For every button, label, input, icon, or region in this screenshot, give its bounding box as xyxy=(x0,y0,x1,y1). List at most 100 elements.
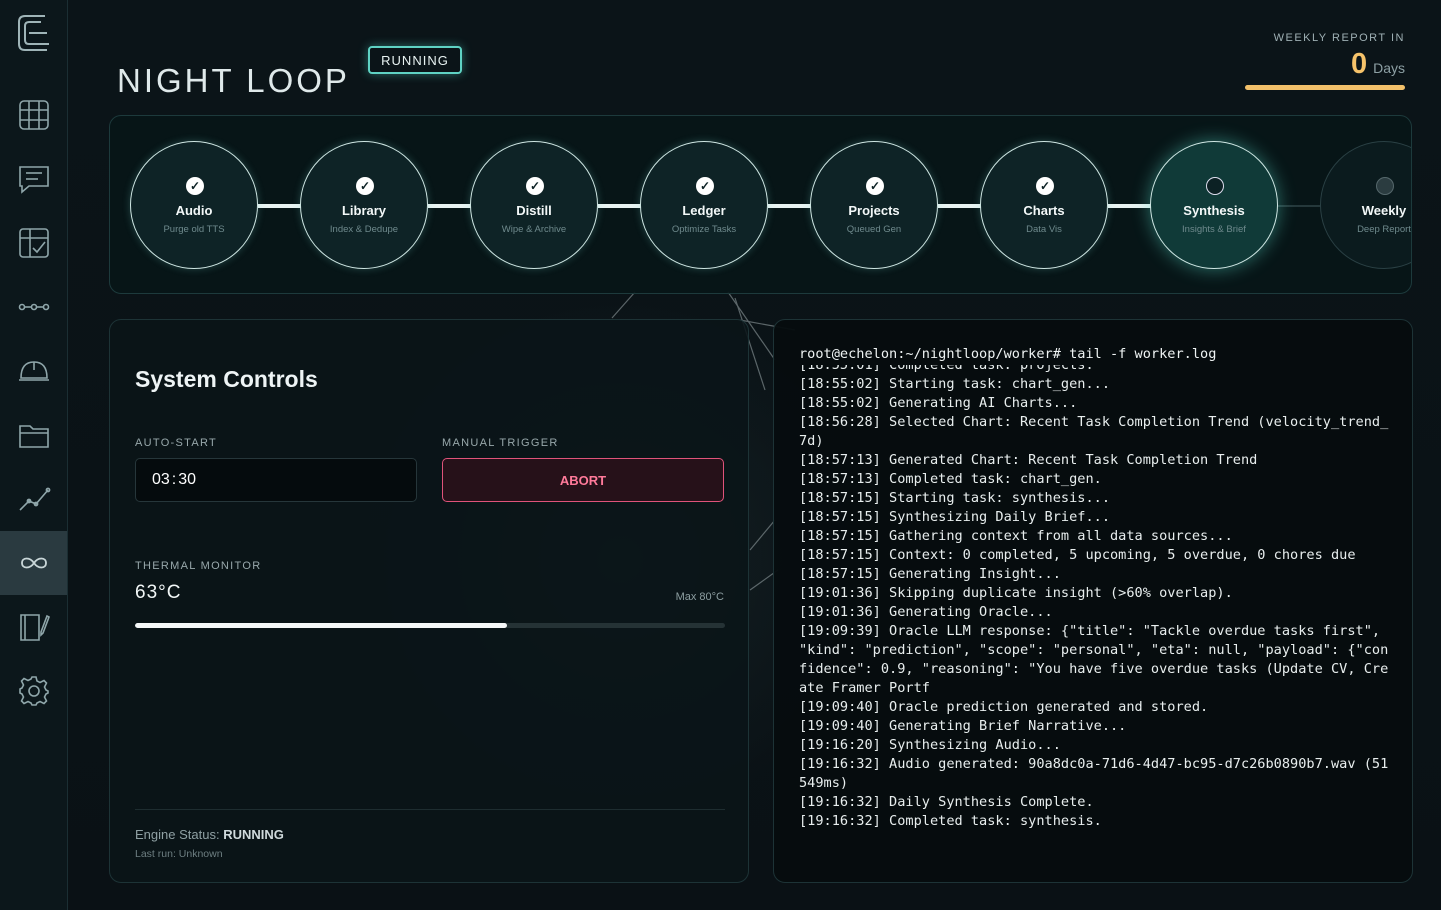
weekly-report-progress-bar xyxy=(1245,85,1405,90)
weekly-report-days-unit: Days xyxy=(1373,60,1405,76)
grid-icon xyxy=(18,100,49,130)
sidebar-item-analytics[interactable] xyxy=(0,467,67,531)
log-line: [19:01:36] Skipping duplicate insight (>… xyxy=(799,585,1233,601)
stage-audio[interactable]: ✓ Audio Purge old TTS xyxy=(130,141,258,269)
stage-label: Ledger xyxy=(682,203,726,218)
sidebar-item-files[interactable] xyxy=(0,403,67,467)
abort-button[interactable]: ABORT xyxy=(442,458,724,502)
terminal-log: [18:55:01] Completed task: projects. [18:… xyxy=(799,365,1393,865)
journal-icon xyxy=(19,614,50,641)
sidebar-item-workshop[interactable] xyxy=(0,339,67,403)
stage-projects[interactable]: ✓ Projects Queued Gen xyxy=(810,141,938,269)
stage-label: Charts xyxy=(1023,203,1065,218)
engine-status: Engine Status: RUNNING xyxy=(135,827,284,842)
sidebar-item-settings[interactable] xyxy=(0,659,67,723)
infinity-icon xyxy=(20,557,47,569)
check-icon: ✓ xyxy=(526,177,544,195)
log-line: [18:56:28] Selected Chart: Recent Task C… xyxy=(799,414,1389,449)
spinner-icon xyxy=(1206,177,1224,195)
stage-sublabel: Wipe & Archive xyxy=(501,224,567,235)
stage-connector xyxy=(1108,204,1154,208)
stage-sublabel: Data Vis xyxy=(1026,224,1062,235)
stage-sublabel: Optimize Tasks xyxy=(671,224,737,235)
panel-title: System Controls xyxy=(135,366,318,392)
log-line: [19:09:40] Generating Brief Narrative... xyxy=(799,718,1127,734)
thermal-max: Max 80°C xyxy=(675,591,724,603)
stage-sublabel: Deep Report xyxy=(1357,224,1411,235)
log-line: [18:57:15] Synthesizing Daily Brief... xyxy=(799,509,1110,525)
chart-line-icon xyxy=(18,487,50,511)
sidebar xyxy=(0,0,68,910)
stage-label: Audio xyxy=(175,203,213,218)
sidebar-item-nightloop[interactable] xyxy=(0,531,67,595)
stage-connector xyxy=(768,204,814,208)
system-controls-panel: System Controls AUTO-START 03 : 30 MANUA… xyxy=(109,319,749,883)
weekly-report-days-value: 0 xyxy=(1350,48,1368,80)
log-line: [18:55:02] Starting task: chart_gen... xyxy=(799,376,1110,392)
folder-icon xyxy=(18,425,49,448)
sidebar-item-pipeline[interactable] xyxy=(0,275,67,339)
sidebar-item-tasks[interactable] xyxy=(0,211,67,275)
thermal-monitor-label: THERMAL MONITOR xyxy=(135,560,262,572)
check-icon: ✓ xyxy=(186,177,204,195)
check-icon: ✓ xyxy=(696,177,714,195)
time-minute[interactable]: 30 xyxy=(178,471,196,489)
helmet-icon xyxy=(18,361,49,381)
log-line: [18:57:15] Generating Insight... xyxy=(799,566,1061,582)
terminal-prompt: root@echelon:~/nightloop/worker# tail -f… xyxy=(799,346,1217,362)
stage-label: Library xyxy=(341,203,387,218)
engine-status-label: Engine Status: xyxy=(135,827,220,842)
log-line: [18:57:13] Generated Chart: Recent Task … xyxy=(799,452,1258,468)
stage-connector xyxy=(258,204,304,208)
log-line: [19:16:32] Daily Synthesis Complete. xyxy=(799,794,1094,810)
log-line: [18:55:02] Generating AI Charts... xyxy=(799,395,1078,411)
stage-connector xyxy=(598,204,644,208)
thermal-value: 63°C xyxy=(135,582,182,603)
log-line: [18:57:13] Completed task: chart_gen. xyxy=(799,471,1102,487)
pending-dot-icon xyxy=(1376,177,1394,195)
stage-distill[interactable]: ✓ Distill Wipe & Archive xyxy=(470,141,598,269)
sidebar-item-journal[interactable] xyxy=(0,595,67,659)
stage-connector xyxy=(1278,205,1324,207)
stage-charts[interactable]: ✓ Charts Data Vis xyxy=(980,141,1108,269)
stage-label: Synthesis xyxy=(1183,203,1245,218)
log-line: [19:16:32] Audio generated: 90a8dc0a-71d… xyxy=(799,756,1389,791)
check-icon: ✓ xyxy=(1036,177,1054,195)
auto-start-time-input[interactable]: 03 : 30 xyxy=(135,458,417,502)
stage-synthesis[interactable]: Synthesis Insights & Brief xyxy=(1150,141,1278,269)
last-run: Last run: Unknown xyxy=(135,848,223,860)
stage-sublabel: Purge old TTS xyxy=(163,224,225,235)
stage-ledger[interactable]: ✓ Ledger Optimize Tasks xyxy=(640,141,768,269)
thermal-bar xyxy=(135,623,725,628)
status-badge: RUNNING xyxy=(368,46,462,74)
sidebar-item-chat[interactable] xyxy=(0,147,67,211)
weekly-report-countdown: 0 Days xyxy=(1351,48,1405,81)
pipeline-stages: ✓ Audio Purge old TTS ✓ Library Index & … xyxy=(109,115,1412,294)
log-line: [19:01:36] Generating Oracle... xyxy=(799,604,1053,620)
stage-connector xyxy=(428,204,474,208)
sidebar-item-dashboard[interactable] xyxy=(0,83,67,147)
thermal-bar-fill xyxy=(135,623,507,628)
stage-sublabel: Insights & Brief xyxy=(1182,224,1246,235)
auto-start-label: AUTO-START xyxy=(135,437,218,449)
settings-icon xyxy=(18,676,49,706)
weekly-report-label: WEEKLY REPORT IN xyxy=(1273,32,1405,44)
stage-sublabel: Queued Gen xyxy=(846,224,902,235)
stage-weekly[interactable]: Weekly Deep Report xyxy=(1320,141,1411,269)
worker-log-terminal[interactable]: root@echelon:~/nightloop/worker# tail -f… xyxy=(773,319,1413,883)
stage-connector xyxy=(938,204,984,208)
pipeline-icon xyxy=(18,303,49,311)
chat-icon xyxy=(18,166,49,194)
log-line: [19:16:32] Completed task: synthesis. xyxy=(799,813,1102,829)
manual-trigger-label: MANUAL TRIGGER xyxy=(442,437,559,449)
stage-label: Distill xyxy=(516,203,552,218)
log-line: [18:57:15] Starting task: synthesis... xyxy=(799,490,1110,506)
stage-label: Weekly xyxy=(1361,203,1407,218)
stage-library[interactable]: ✓ Library Index & Dedupe xyxy=(300,141,428,269)
divider xyxy=(135,809,725,810)
check-icon: ✓ xyxy=(866,177,884,195)
time-hour[interactable]: 03 xyxy=(152,471,170,489)
stage-label: Projects xyxy=(848,203,900,218)
log-line: [18:57:15] Gathering context from all da… xyxy=(799,528,1233,544)
app-logo[interactable] xyxy=(15,12,53,54)
